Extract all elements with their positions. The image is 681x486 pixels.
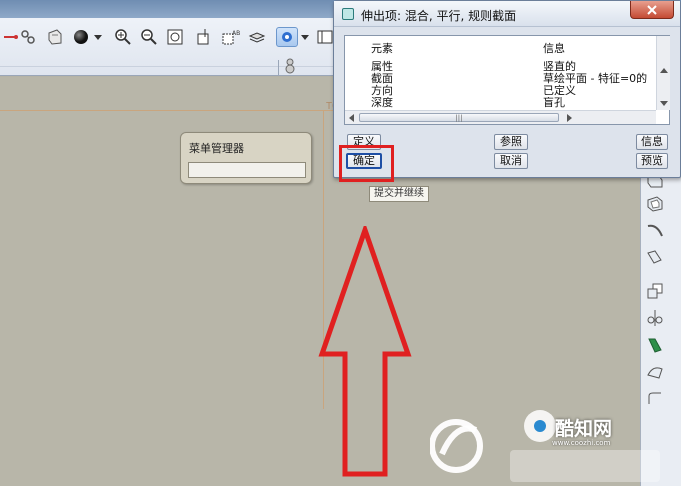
vertical-scrollbar[interactable]: [656, 36, 670, 110]
dialog-title: 伸出项: 混合, 平行, 规则截面: [361, 9, 517, 23]
preview-button[interactable]: 预览: [636, 153, 668, 169]
column-header-info: 信息: [543, 42, 565, 55]
horizontal-scrollbar[interactable]: |||: [345, 110, 656, 124]
layers-icon[interactable]: [246, 27, 268, 47]
refit-icon[interactable]: [164, 27, 186, 47]
scroll-left-icon[interactable]: [347, 113, 357, 123]
cancel-button[interactable]: 取消: [494, 153, 528, 169]
mirror-icon[interactable]: [645, 309, 667, 329]
toolbar-divider: [278, 60, 279, 76]
element-info: 草绘平面 - 特征=0的: [543, 72, 648, 85]
element-list[interactable]: 元素 信息 属性 竖直的 截面 草绘平面 - 特征=0的 方向 已定义 深度 盲…: [344, 35, 670, 125]
view-icon[interactable]: [276, 27, 298, 47]
arrow-up-icon: [318, 226, 412, 477]
watermark-name: 酷知网: [555, 418, 613, 440]
regenerate-icon[interactable]: [17, 27, 39, 47]
reference-button[interactable]: 参照: [494, 134, 528, 150]
element-info: 已定义: [543, 84, 576, 97]
spin-center-icon[interactable]: [284, 57, 296, 75]
info-button[interactable]: 信息: [636, 134, 668, 150]
menu-manager-list[interactable]: [188, 162, 306, 178]
list-header: 元素 信息: [345, 36, 655, 55]
datum-axis-icon[interactable]: [193, 27, 215, 47]
element-name: 截面: [371, 72, 393, 85]
protrusion-icon: [342, 8, 354, 20]
menu-manager-title: 菜单管理器: [189, 142, 244, 155]
zoom-in-icon[interactable]: [112, 27, 134, 47]
rib-icon[interactable]: [645, 222, 667, 242]
scrollbar-thumb[interactable]: |||: [359, 113, 559, 122]
merge-icon[interactable]: [645, 336, 667, 356]
datum-plane-icon[interactable]: AB: [220, 27, 242, 47]
copy-icon[interactable]: [645, 282, 667, 302]
watermark-logo: [430, 410, 660, 482]
shell-icon[interactable]: [645, 195, 667, 215]
close-button[interactable]: [630, 1, 674, 19]
chevron-down-icon[interactable]: [299, 27, 311, 47]
scroll-right-icon[interactable]: [564, 113, 574, 123]
tooltip: 提交并继续: [369, 186, 429, 202]
watermark-url: www.coozhi.com: [552, 439, 611, 447]
scroll-down-icon[interactable]: [659, 98, 669, 108]
zoom-out-icon[interactable]: [138, 27, 160, 47]
draft-icon[interactable]: [645, 248, 667, 268]
close-icon: [647, 4, 657, 15]
element-name: 属性: [371, 60, 393, 73]
element-info: 盲孔: [543, 97, 565, 108]
menu-manager: 菜单管理器: [180, 132, 312, 184]
element-name: 深度: [371, 97, 393, 108]
scroll-up-icon[interactable]: [659, 66, 669, 76]
list-item[interactable]: 深度 盲孔: [345, 97, 655, 108]
list-item[interactable]: 方向 已定义: [345, 85, 655, 96]
element-name: 方向: [371, 84, 393, 97]
sheet-icon[interactable]: [44, 27, 66, 47]
sphere-icon[interactable]: [70, 27, 92, 47]
column-header-element: 元素: [371, 42, 393, 55]
trim-icon[interactable]: [645, 363, 667, 383]
dialog-titlebar[interactable]: 伸出项: 混合, 平行, 规则截面: [334, 1, 680, 27]
list-item[interactable]: 截面 草绘平面 - 特征=0的: [345, 73, 655, 84]
chevron-down-icon[interactable]: [92, 27, 104, 47]
element-info: 竖直的: [543, 60, 576, 73]
highlight-box: [339, 145, 394, 182]
svg-text:AB: AB: [232, 30, 240, 37]
list-item[interactable]: 属性 竖直的: [345, 61, 655, 72]
